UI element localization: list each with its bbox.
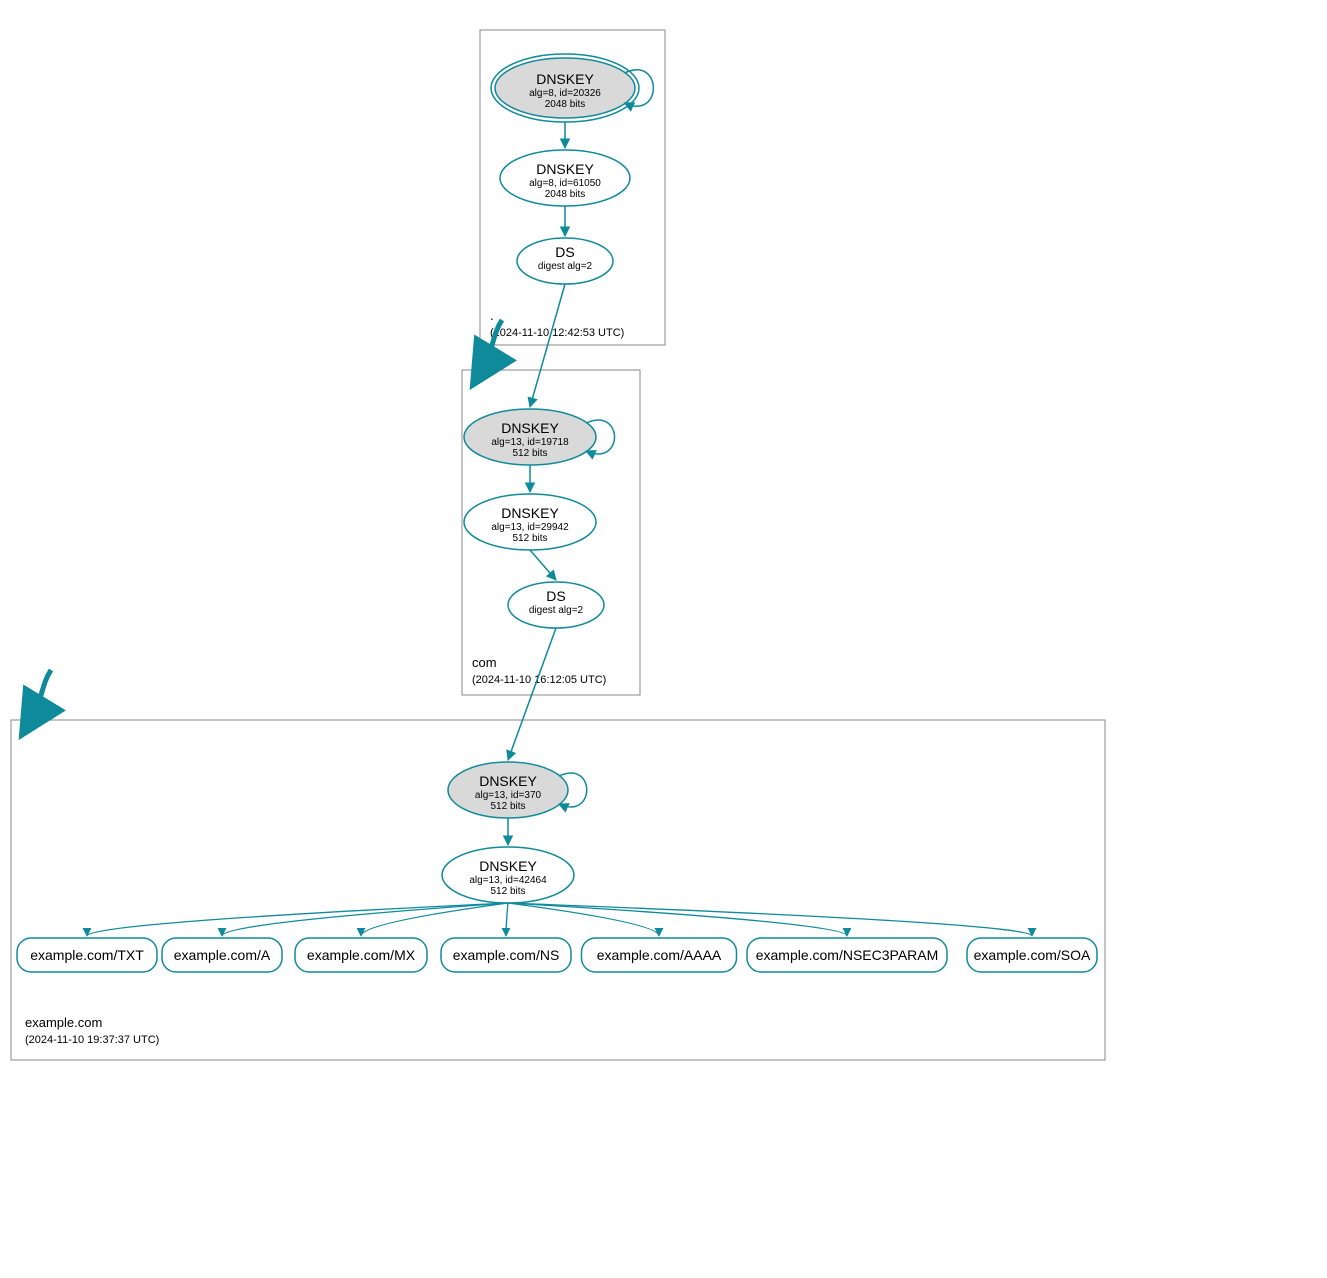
node-title: DNSKEY <box>536 161 594 177</box>
node-detail: 512 bits <box>490 801 525 812</box>
node-title: DNSKEY <box>501 420 559 436</box>
node-title: DNSKEY <box>479 858 537 874</box>
rrset-label: example.com/NS <box>453 947 560 963</box>
dnskey-node: DSdigest alg=2 <box>508 582 604 628</box>
dnskey-node: DNSKEYalg=13, id=19718512 bits <box>464 409 615 465</box>
zone-timestamp: (2024-11-10 19:37:37 UTC) <box>25 1034 159 1046</box>
node-title: DNSKEY <box>479 773 537 789</box>
node-title: DS <box>555 244 574 260</box>
dnskey-node: DNSKEYalg=13, id=29942512 bits <box>464 494 596 550</box>
node-detail: digest alg=2 <box>538 261 593 272</box>
node-detail: alg=13, id=29942 <box>491 522 569 533</box>
dnskey-node: DNSKEYalg=13, id=42464512 bits <box>442 847 574 903</box>
zone-name: example.com <box>25 1015 102 1030</box>
dnskey-node: DNSKEYalg=13, id=370512 bits <box>448 762 587 818</box>
zone-timestamp: (2024-11-10 12:42:53 UTC) <box>490 327 624 339</box>
rrsig-edge <box>508 903 847 936</box>
node-detail: 512 bits <box>490 886 525 897</box>
rrset-label: example.com/SOA <box>974 947 1091 963</box>
rrset-label: example.com/A <box>174 947 271 963</box>
node-title: DNSKEY <box>501 505 559 521</box>
node-detail: digest alg=2 <box>529 605 584 616</box>
node-title: DS <box>546 588 565 604</box>
node-detail: alg=13, id=19718 <box>491 437 569 448</box>
node-detail: alg=13, id=42464 <box>469 875 547 886</box>
rrset-label: example.com/AAAA <box>597 947 722 963</box>
node-detail: 2048 bits <box>545 189 586 200</box>
rrset-label: example.com/NSEC3PARAM <box>756 947 939 963</box>
rrset-label: example.com/TXT <box>30 947 144 963</box>
rrsig-edge <box>506 903 508 936</box>
rrset-label: example.com/MX <box>307 947 416 963</box>
zone-delegation-edge <box>29 670 51 723</box>
dnssec-diagram: . (2024-11-10 12:42:53 UTC) com (2024-11-10… <box>0 0 1327 1278</box>
node-detail: alg=8, id=20326 <box>529 88 601 99</box>
node-detail: 512 bits <box>512 533 547 544</box>
node-detail: 2048 bits <box>545 99 586 110</box>
node-detail: alg=8, id=61050 <box>529 178 601 189</box>
node-title: DNSKEY <box>536 71 594 87</box>
ds-to-dnskey-edge <box>508 628 556 760</box>
edge <box>530 550 556 580</box>
node-detail: 512 bits <box>512 448 547 459</box>
dnskey-node: DNSKEYalg=8, id=203262048 bits <box>491 54 653 122</box>
zone-name: com <box>472 655 497 670</box>
node-detail: alg=13, id=370 <box>475 790 542 801</box>
dnskey-node: DNSKEYalg=8, id=610502048 bits <box>500 150 630 206</box>
dnskey-node: DSdigest alg=2 <box>517 238 613 284</box>
zone-name: . <box>490 308 494 323</box>
